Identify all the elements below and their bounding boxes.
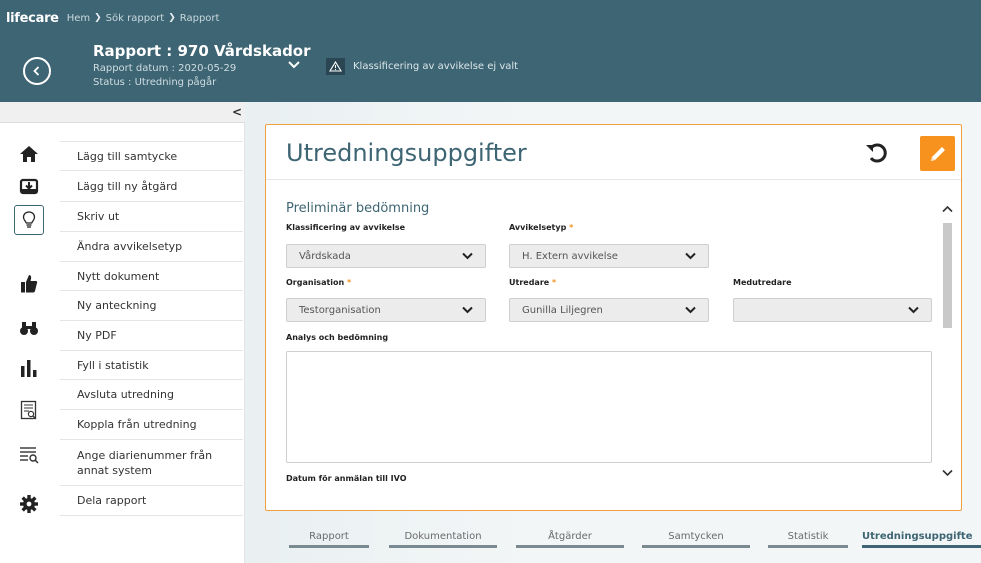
- investigator-value: Gunilla Liljegren: [522, 304, 603, 316]
- analysis-textarea[interactable]: [286, 351, 932, 463]
- breadcrumb-home[interactable]: Hem: [67, 13, 90, 24]
- tab-statistics[interactable]: Statistik: [768, 531, 848, 542]
- action-menu: Lägg till samtycke Lägg till ny åtgärd S…: [60, 123, 245, 563]
- edit-button[interactable]: [920, 136, 955, 171]
- tab-actions-underline: [516, 545, 624, 548]
- chevron-down-icon[interactable]: [287, 60, 301, 70]
- tab-report-underline: [289, 545, 369, 548]
- investigator-select[interactable]: Gunilla Liljegren: [509, 298, 709, 322]
- brand-logo[interactable]: lifecare: [0, 11, 59, 26]
- menu-item-share-report[interactable]: Dela rapport: [60, 486, 243, 516]
- menu-item-new-document[interactable]: Nytt dokument: [60, 262, 243, 291]
- tab-report[interactable]: Rapport: [289, 531, 369, 542]
- thumbs-up-icon[interactable]: [14, 269, 44, 299]
- tab-consents[interactable]: Samtycken: [642, 531, 750, 542]
- undo-icon[interactable]: [864, 141, 890, 165]
- classification-select[interactable]: Vårdskada: [286, 244, 486, 268]
- co-investigator-label: Medutredare: [733, 278, 792, 287]
- co-investigator-select[interactable]: [733, 298, 932, 322]
- card-divider: [266, 179, 961, 180]
- card-title: Utredningsuppgifter: [286, 139, 527, 167]
- menu-item-print[interactable]: Skriv ut: [60, 202, 243, 232]
- menu-item-external-diary-number[interactable]: Ange diarienummer från annat system: [60, 440, 243, 486]
- menu-item-disconnect-investigation[interactable]: Koppla från utredning: [60, 410, 243, 440]
- lightbulb-icon[interactable]: [14, 205, 44, 235]
- binoculars-icon[interactable]: [14, 313, 44, 343]
- home-icon[interactable]: [14, 139, 44, 169]
- menu-item-statistics[interactable]: Fyll i statistik: [60, 351, 243, 380]
- breadcrumb: Hem ❯ Sök rapport ❯ Rapport: [67, 13, 220, 24]
- scrollbar[interactable]: [943, 205, 952, 495]
- breadcrumb-search-report[interactable]: Sök rapport: [106, 13, 165, 24]
- list-search-icon[interactable]: [14, 440, 44, 470]
- investigation-card: Utredningsuppgifter Preliminär bedömning…: [265, 124, 962, 511]
- classification-label: Klassificering av avvikelse: [286, 223, 406, 232]
- scrollbar-thumb[interactable]: [943, 223, 952, 328]
- chevron-down-icon: [462, 252, 473, 260]
- report-search-icon[interactable]: [14, 395, 44, 425]
- collapse-sidebar-icon[interactable]: <: [232, 105, 242, 119]
- report-header: Rapport : 970 Vårdskador Rapport datum :…: [0, 36, 981, 102]
- menu-item-new-pdf[interactable]: Ny PDF: [60, 321, 243, 351]
- menu-item-add-consent[interactable]: Lägg till samtycke: [60, 141, 243, 171]
- icon-rail: [0, 123, 60, 563]
- tab-investigation-underline: [862, 545, 981, 548]
- chevron-down-icon: [908, 306, 919, 314]
- investigator-label: Utredare *: [509, 278, 557, 287]
- menu-item-add-action[interactable]: Lägg till ny åtgärd: [60, 171, 243, 202]
- analysis-label: Analys och bedömning: [286, 333, 389, 342]
- type-label: Avvikelsetyp *: [509, 223, 574, 232]
- tab-actions[interactable]: Åtgärder: [516, 531, 624, 542]
- chevron-right-icon: ❯: [94, 13, 102, 23]
- organisation-label: Organisation *: [286, 278, 352, 287]
- chevron-down-icon: [685, 306, 696, 314]
- tab-documentation-underline: [389, 545, 497, 548]
- report-status: Status : Utredning pågår: [93, 77, 217, 88]
- type-value: H. Extern avvikelse: [522, 250, 618, 262]
- sidebar-collapse-bar: <: [0, 102, 245, 123]
- warning-icon: [326, 58, 345, 75]
- section-title: Preliminär bedömning: [286, 201, 430, 216]
- classification-value: Vårdskada: [299, 250, 351, 262]
- type-select[interactable]: H. Extern avvikelse: [509, 244, 709, 268]
- chevron-left-icon: [33, 66, 40, 76]
- menu-item-close-investigation[interactable]: Avsluta utredning: [60, 380, 243, 410]
- menu-item-change-type[interactable]: Ändra avvikelsetyp: [60, 232, 243, 262]
- back-button[interactable]: [23, 57, 51, 85]
- chevron-down-icon: [685, 252, 696, 260]
- menu-item-new-note[interactable]: Ny anteckning: [60, 291, 243, 321]
- gear-icon[interactable]: [14, 489, 44, 519]
- chevron-right-icon: ❯: [168, 13, 176, 23]
- report-date: Rapport datum : 2020-05-29: [93, 63, 237, 74]
- pencil-icon: [930, 146, 945, 161]
- scroll-down-icon[interactable]: [942, 469, 953, 477]
- scroll-up-icon[interactable]: [942, 205, 953, 213]
- tab-documentation[interactable]: Dokumentation: [389, 531, 497, 542]
- report-title: Rapport : 970 Vårdskador: [93, 42, 311, 60]
- chevron-down-icon: [462, 306, 473, 314]
- tab-consents-underline: [642, 545, 750, 548]
- organisation-select[interactable]: Testorganisation: [286, 298, 486, 322]
- warning-text: Klassificering av avvikelse ej valt: [353, 61, 519, 72]
- bar-chart-icon[interactable]: [14, 353, 44, 383]
- breadcrumb-report: Rapport: [179, 12, 220, 24]
- top-bar: lifecare Hem ❯ Sök rapport ❯ Rapport: [0, 0, 981, 36]
- inbox-icon[interactable]: [14, 171, 44, 201]
- organisation-value: Testorganisation: [299, 304, 381, 316]
- tab-investigation[interactable]: Utredningsuppgifte: [862, 531, 981, 542]
- tab-statistics-underline: [768, 545, 848, 548]
- ivo-date-label: Datum för anmälan till IVO: [286, 474, 407, 483]
